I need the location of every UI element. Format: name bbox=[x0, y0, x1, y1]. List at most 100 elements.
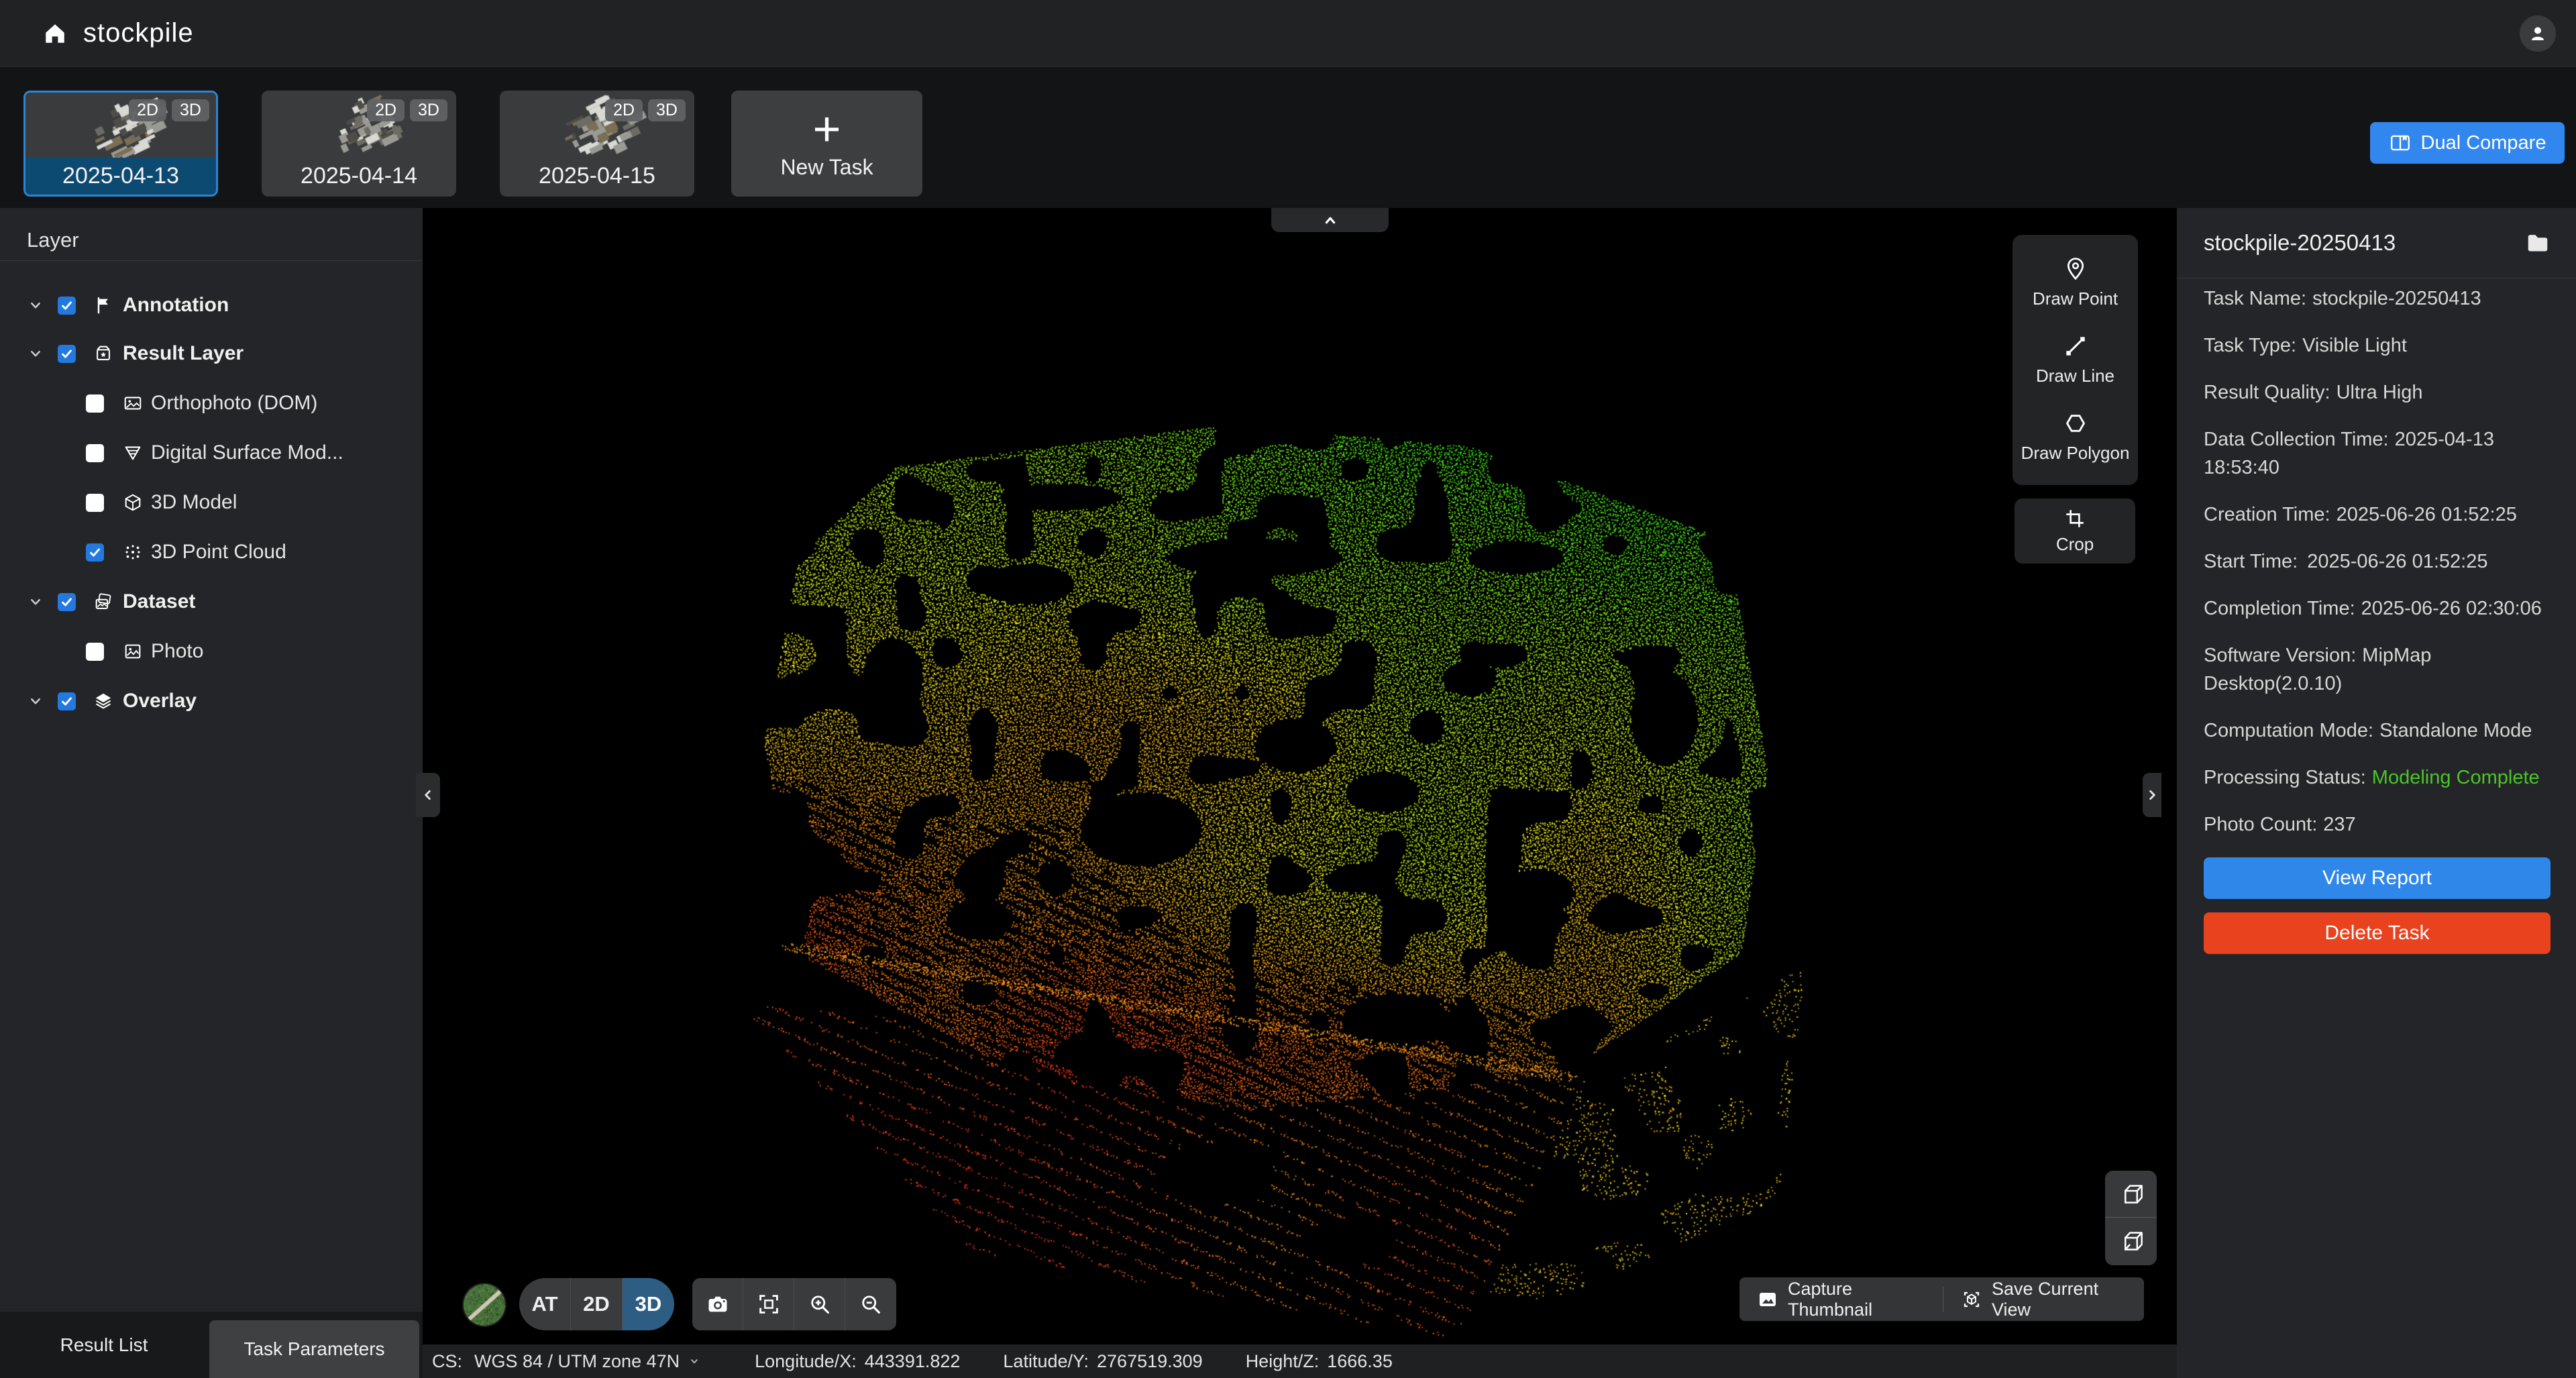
minimap-thumbnail[interactable] bbox=[464, 1284, 505, 1326]
collapse-rightpanel-handle[interactable] bbox=[2143, 773, 2161, 817]
chevron-down-icon[interactable] bbox=[27, 593, 46, 611]
layer-row-3d-model[interactable]: 3D Model bbox=[0, 486, 423, 519]
app-title: stockpile bbox=[83, 18, 194, 48]
field-result-quality: Result Quality:Ultra High bbox=[2204, 378, 2551, 407]
badge-3d: 3D bbox=[648, 99, 686, 121]
task-date-label: 2025-04-13 bbox=[25, 158, 216, 195]
view-mode-switcher: AT 2D 3D bbox=[519, 1278, 674, 1330]
checkbox[interactable] bbox=[86, 394, 104, 413]
latitude-readout: Latitude/Y:2767519.309 bbox=[1003, 1351, 1202, 1372]
layer-row-dataset[interactable]: Dataset bbox=[0, 586, 423, 618]
split-view-icon bbox=[2389, 131, 2412, 154]
chevron-down-icon[interactable] bbox=[686, 1353, 702, 1369]
plus-icon: + bbox=[812, 108, 841, 151]
checkbox[interactable] bbox=[86, 444, 104, 462]
chevron-down-icon[interactable] bbox=[27, 345, 46, 362]
mode-at-button[interactable]: AT bbox=[519, 1278, 571, 1330]
badge-2d: 2D bbox=[129, 99, 166, 121]
field-task-type: Task Type:Visible Light bbox=[2204, 331, 2551, 360]
collapse-sidebar-handle[interactable] bbox=[416, 773, 440, 817]
camera-icon[interactable] bbox=[692, 1278, 743, 1330]
badge-2d: 2D bbox=[367, 99, 405, 121]
viewport-3d[interactable]: Draw Point Draw Line Draw Polygon Crop bbox=[423, 208, 2177, 1344]
badge-2d: 2D bbox=[605, 99, 643, 121]
dual-compare-button[interactable]: Dual Compare bbox=[2370, 122, 2565, 164]
height-readout: Height/Z:1666.35 bbox=[1246, 1351, 1393, 1372]
task-details-panel: stockpile-20250413 Task Name:stockpile-2… bbox=[2177, 208, 2576, 1378]
delete-task-button[interactable]: Delete Task bbox=[2204, 912, 2551, 954]
capture-thumbnail-button[interactable]: Capture Thumbnail bbox=[1739, 1277, 1943, 1321]
home-icon[interactable] bbox=[42, 20, 68, 47]
map-pin-icon bbox=[2063, 256, 2088, 282]
draw-point-button[interactable]: Draw Point bbox=[2012, 256, 2138, 309]
cube-icon[interactable] bbox=[2105, 1171, 2157, 1218]
checkbox[interactable] bbox=[58, 345, 76, 363]
view-report-button[interactable]: View Report bbox=[2204, 857, 2551, 899]
task-card-2025-04-15[interactable]: 2D 3D 2025-04-15 bbox=[500, 91, 694, 197]
task-title: stockpile-20250413 bbox=[2204, 230, 2396, 256]
center-column: Draw Point Draw Line Draw Polygon Crop bbox=[423, 208, 2177, 1378]
checkbox[interactable] bbox=[86, 543, 104, 562]
task-thumbnail-bar: 2D 3D 2025-04-13 2D 3D 2025-04-14 2D bbox=[0, 67, 2576, 208]
fit-view-icon[interactable] bbox=[743, 1278, 794, 1330]
checkbox[interactable] bbox=[86, 494, 104, 512]
crop-button[interactable]: Crop bbox=[2015, 498, 2135, 564]
field-computation-mode: Computation Mode:Standalone Mode bbox=[2204, 717, 2551, 745]
model-icon bbox=[123, 492, 143, 513]
chevron-down-icon[interactable] bbox=[27, 297, 46, 314]
layer-row-annotation[interactable]: Annotation bbox=[0, 289, 423, 321]
view-cube-toggles bbox=[2105, 1171, 2157, 1265]
divider bbox=[0, 260, 423, 261]
layer-row-result-layer[interactable]: Result Layer bbox=[0, 337, 423, 370]
field-software-version: Software Version:MipMap Desktop(2.0.10) bbox=[2204, 641, 2551, 698]
layer-row-orthophoto[interactable]: Orthophoto (DOM) bbox=[0, 387, 423, 419]
checkbox[interactable] bbox=[58, 692, 76, 710]
field-creation-time: Creation Time:2025-06-26 01:52:25 bbox=[2204, 500, 2551, 529]
zoom-out-icon[interactable] bbox=[845, 1278, 896, 1330]
field-processing-status: Processing Status:Modeling Complete bbox=[2204, 763, 2551, 792]
checkbox[interactable] bbox=[58, 297, 76, 315]
viewport-toolbar bbox=[692, 1278, 896, 1330]
image-icon bbox=[1757, 1289, 1778, 1310]
draw-polygon-button[interactable]: Draw Polygon bbox=[2012, 411, 2138, 464]
folder-icon[interactable] bbox=[2525, 230, 2551, 256]
chevron-down-icon[interactable] bbox=[27, 692, 46, 710]
task-card-2025-04-13[interactable]: 2D 3D 2025-04-13 bbox=[23, 91, 218, 197]
draw-line-button[interactable]: Draw Line bbox=[2012, 333, 2138, 386]
mode-3d-button[interactable]: 3D bbox=[623, 1278, 674, 1330]
field-photo-count: Photo Count:237 bbox=[2204, 810, 2551, 839]
result-layer-icon bbox=[93, 343, 113, 364]
photo-icon bbox=[123, 641, 143, 661]
task-fields: Task Name:stockpile-20250413 Task Type:V… bbox=[2204, 284, 2551, 839]
task-card-2025-04-14[interactable]: 2D 3D 2025-04-14 bbox=[262, 91, 456, 197]
capture-save-bar: Capture Thumbnail Save Current View bbox=[1739, 1277, 2144, 1321]
user-icon[interactable] bbox=[2520, 15, 2556, 52]
draw-tools-panel: Draw Point Draw Line Draw Polygon bbox=[2012, 235, 2138, 485]
cs-value[interactable]: WGS 84 / UTM zone 47N bbox=[474, 1351, 680, 1372]
checkbox[interactable] bbox=[58, 593, 76, 611]
cs-label: CS: bbox=[432, 1351, 462, 1372]
line-segment-icon bbox=[2063, 333, 2088, 359]
checkbox[interactable] bbox=[86, 643, 104, 661]
layer-row-photo[interactable]: Photo bbox=[0, 635, 423, 668]
status-bar: CS: WGS 84 / UTM zone 47N Longitude/X:44… bbox=[423, 1344, 2177, 1378]
collapse-taskbar-handle[interactable] bbox=[1271, 208, 1389, 232]
app-window: stockpile 2D 3D 2025-04-13 2D 3D bbox=[0, 0, 2576, 1378]
layer-row-3d-point-cloud[interactable]: 3D Point Cloud bbox=[0, 536, 423, 568]
cube-icon[interactable] bbox=[2105, 1218, 2157, 1265]
task-thumbnail: 2D 3D bbox=[502, 93, 692, 160]
overlay-icon bbox=[93, 691, 113, 711]
task-date-label: 2025-04-15 bbox=[502, 158, 692, 195]
zoom-in-icon[interactable] bbox=[794, 1278, 845, 1330]
layer-row-overlay[interactable]: Overlay bbox=[0, 685, 423, 717]
tab-result-list[interactable]: Result List bbox=[0, 1312, 208, 1378]
layer-row-dsm[interactable]: Digital Surface Mod... bbox=[0, 437, 423, 469]
mode-2d-button[interactable]: 2D bbox=[571, 1278, 623, 1330]
tab-task-parameters[interactable]: Task Parameters bbox=[209, 1320, 419, 1378]
field-start-time: Start Time:2025-06-26 01:52:25 bbox=[2204, 547, 2551, 576]
save-current-view-button[interactable]: Save Current View bbox=[1943, 1277, 2144, 1321]
new-task-button[interactable]: + New Task bbox=[731, 91, 922, 197]
point-cloud-canvas[interactable] bbox=[423, 208, 2177, 1344]
cube-brackets-icon bbox=[1961, 1289, 1982, 1310]
chevron-left-icon bbox=[419, 786, 437, 804]
